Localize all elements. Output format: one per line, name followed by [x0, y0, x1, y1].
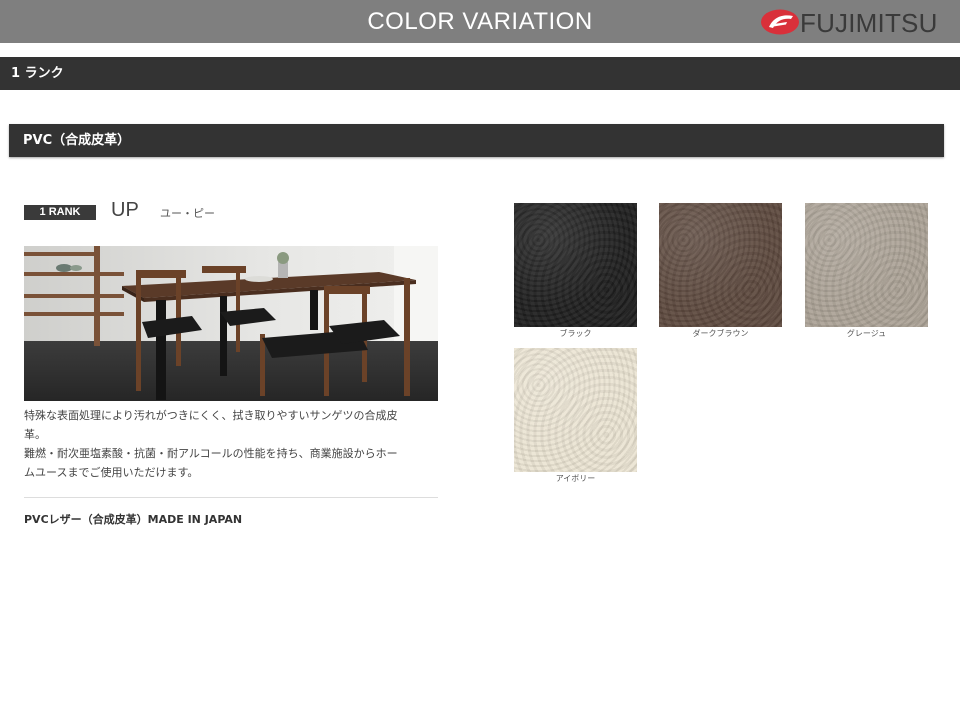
description-line: 特殊な表面処理により汚れがつきにくく、拭き取りやすいサンゲツの合成皮: [24, 409, 398, 422]
material-origin: PVCレザー（合成皮革）MADE IN JAPAN: [24, 513, 243, 526]
rank-section-header: 1 ランク: [0, 57, 960, 90]
swatch-black: [514, 203, 637, 327]
description-line: ムユースまでご使用いただけます。: [24, 466, 199, 479]
swatch-dark-brown: [659, 203, 782, 327]
description-line: 難燃・耐次亜塩素酸・抗菌・耐アルコールの性能を持ち、商業施設からホー: [24, 447, 398, 460]
logo-wordmark: FUJIMITSU: [800, 8, 938, 38]
rank-badge: 1 RANK: [24, 205, 96, 220]
product-description: 特殊な表面処理により汚れがつきにくく、拭き取りやすいサンゲツの合成皮 革。 難燃…: [24, 406, 444, 482]
swatch-label: ブラック: [559, 329, 592, 338]
material-section-header: PVC（合成皮革）: [9, 124, 944, 157]
material-heading: PVC（合成皮革）: [23, 133, 131, 148]
product-photo: [24, 246, 438, 401]
swatch-label: ダークブラウン: [692, 329, 749, 338]
rank-heading: 1 ランク: [11, 66, 64, 81]
brand-logo: FUJIMITSU: [760, 8, 950, 38]
product-name-kana: ユー・ピー: [160, 207, 215, 220]
divider: [24, 497, 438, 498]
swatch-greige: [805, 203, 928, 327]
product-name: UP: [111, 199, 139, 221]
description-line: 革。: [24, 428, 46, 441]
swatch-label: グレージュ: [846, 329, 887, 338]
logo-mark-icon: [761, 9, 799, 35]
header-bar: COLOR VARIATION FUJIMITSU: [0, 0, 960, 43]
swatch-label: アイボリー: [555, 474, 596, 483]
swatch-ivory: [514, 348, 637, 472]
